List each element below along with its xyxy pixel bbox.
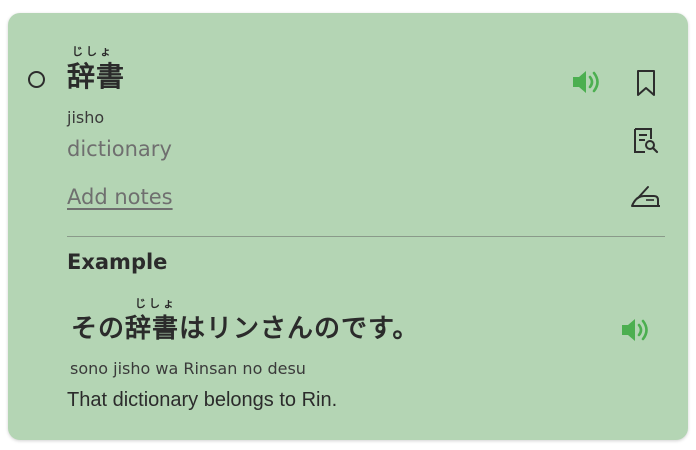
select-radio-icon[interactable] — [28, 71, 45, 88]
section-divider — [67, 236, 665, 237]
example-sentence-suffix: はリンさんのです。 — [179, 314, 420, 344]
vocabulary-card: じしょ 辞書 jisho dictionary Add notes Exampl… — [8, 13, 688, 440]
document-search-icon[interactable] — [632, 127, 660, 155]
example-romaji: sono jisho wa Rinsan no desu — [70, 359, 306, 378]
word-romaji: jisho — [67, 108, 105, 127]
example-speaker-icon[interactable] — [620, 316, 654, 344]
edit-notes-icon[interactable] — [630, 184, 662, 210]
example-sentence-prefix: その — [71, 314, 126, 344]
example-heading: Example — [67, 250, 168, 274]
add-notes-link[interactable]: Add notes — [67, 185, 173, 209]
word-speaker-icon[interactable] — [571, 68, 605, 96]
example-translation: That dictionary belongs to Rin. — [67, 389, 338, 411]
example-sentence-kanji: 辞書 — [125, 314, 180, 344]
word-meaning: dictionary — [67, 137, 172, 161]
word-kanji: 辞書 — [67, 60, 126, 93]
bookmark-icon[interactable] — [635, 69, 657, 97]
example-sentence: その辞書はリンさんのです。 — [71, 308, 419, 345]
